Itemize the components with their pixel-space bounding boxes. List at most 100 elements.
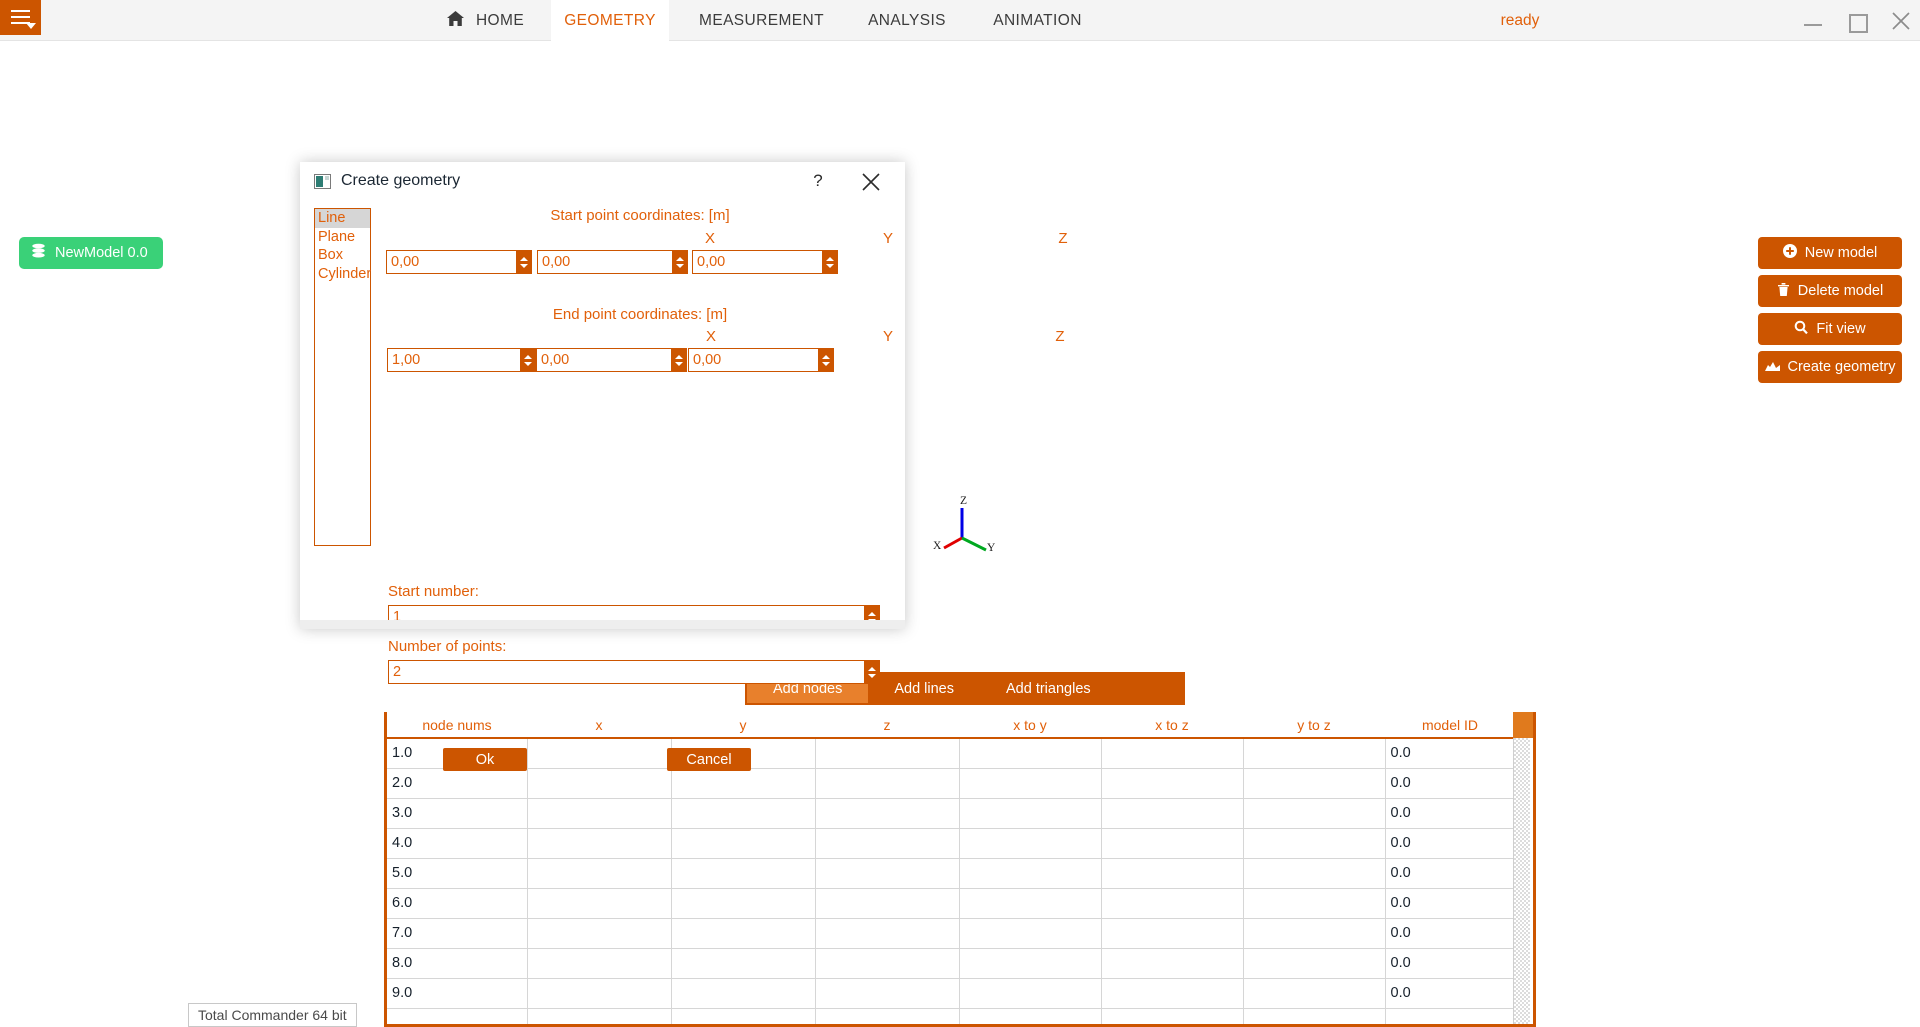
cell-z[interactable] [815,738,960,769]
cell-y-to-z[interactable] [1243,1008,1386,1024]
cell-x[interactable] [527,918,672,949]
menu-tab-analysis[interactable]: ANALYSIS [852,0,962,41]
ok-button[interactable]: Ok [443,748,527,771]
fit-view-button[interactable]: Fit view [1758,313,1902,345]
cell-y[interactable] [671,1008,816,1024]
start-point-x-spinner[interactable] [386,250,532,274]
cell-x[interactable] [527,978,672,1009]
model-chip-newmodel[interactable]: NewModel 0.0 [19,237,163,269]
cell-z[interactable] [815,948,960,979]
cell-node-nums[interactable]: 8.0 [387,948,528,979]
cell-x[interactable] [527,1008,672,1024]
table-row[interactable]: 9.0 0.0 [387,978,1515,1009]
menu-tab-measurement[interactable]: MEASUREMENT [689,0,834,41]
cell-y-to-z[interactable] [1243,888,1386,919]
column-header-y-to-z[interactable]: y to z [1243,712,1385,739]
cell-x-to-z[interactable] [1101,858,1244,889]
shape-item-cylinder[interactable]: Cylinder [315,265,371,284]
column-header-x-to-y[interactable]: x to y [959,712,1101,739]
shape-item-plane[interactable]: Plane [315,228,370,247]
cell-model-id[interactable] [1385,1008,1515,1024]
end-point-x-input[interactable] [388,349,520,371]
cell-x[interactable] [527,888,672,919]
cell-y[interactable] [671,948,816,979]
end-point-y-stepper[interactable] [671,349,686,371]
table-row[interactable]: 7.0 0.0 [387,918,1515,949]
cell-model-id[interactable]: 0.0 [1385,918,1515,949]
menu-tab-geometry[interactable]: GEOMETRY [551,0,669,41]
cell-y[interactable] [671,888,816,919]
cell-x-to-y[interactable] [959,888,1102,919]
cell-y[interactable] [671,978,816,1009]
new-model-button[interactable]: New model [1758,237,1902,269]
table-row[interactable]: 3.0 0.0 [387,798,1515,829]
cell-x-to-y[interactable] [959,828,1102,859]
cell-y-to-z[interactable] [1243,918,1386,949]
maximize-icon[interactable] [1846,10,1868,33]
cell-x-to-y[interactable] [959,978,1102,1009]
shape-item-box[interactable]: Box [315,246,370,265]
table-row[interactable]: 5.0 0.0 [387,858,1515,889]
shape-type-list[interactable]: Line Plane Box Cylinder [314,208,371,546]
cell-x-to-z[interactable] [1101,948,1244,979]
cell-y-to-z[interactable] [1243,768,1386,799]
cell-x-to-z[interactable] [1101,978,1244,1009]
cell-y-to-z[interactable] [1243,978,1386,1009]
cell-x[interactable] [527,738,672,769]
cell-x-to-y[interactable] [959,738,1102,769]
column-header-y[interactable]: y [671,712,815,739]
cell-model-id[interactable]: 0.0 [1385,828,1515,859]
end-point-y-input[interactable] [537,349,671,371]
cell-model-id[interactable]: 0.0 [1385,738,1515,769]
cell-x[interactable] [527,828,672,859]
start-point-y-stepper[interactable] [672,251,687,273]
delete-model-button[interactable]: Delete model [1758,275,1902,307]
cell-x-to-y[interactable] [959,858,1102,889]
cell-node-nums[interactable]: 5.0 [387,858,528,889]
cell-x-to-z[interactable] [1101,828,1244,859]
table-row[interactable]: 6.0 0.0 [387,888,1515,919]
cell-node-nums[interactable]: 3.0 [387,798,528,829]
table-row[interactable] [387,1008,1515,1024]
hamburger-menu-icon[interactable] [0,0,41,35]
cell-node-nums[interactable]: 6.0 [387,888,528,919]
number-of-points-spinner[interactable] [388,660,880,684]
cell-x-to-y[interactable] [959,768,1102,799]
end-point-z-input[interactable] [689,349,818,371]
end-point-x-spinner[interactable] [387,348,536,372]
column-header-x[interactable]: x [527,712,671,739]
start-point-z-spinner[interactable] [692,250,838,274]
cell-z[interactable] [815,978,960,1009]
cell-model-id[interactable]: 0.0 [1385,798,1515,829]
start-point-z-input[interactable] [693,251,822,273]
taskbar-item-total-commander[interactable]: Total Commander 64 bit [188,1003,357,1027]
menu-tab-home[interactable]: HOME [430,0,540,41]
cell-z[interactable] [815,858,960,889]
cell-x[interactable] [527,798,672,829]
end-point-z-stepper[interactable] [818,349,833,371]
menu-tab-animation[interactable]: ANIMATION [975,0,1100,41]
cell-x[interactable] [527,858,672,889]
cell-y-to-z[interactable] [1243,738,1386,769]
end-point-z-spinner[interactable] [688,348,834,372]
cell-x-to-z[interactable] [1101,798,1244,829]
tab-add-lines[interactable]: Add lines [868,674,980,703]
cell-node-nums[interactable]: 2.0 [387,768,528,799]
table-row[interactable]: 8.0 0.0 [387,948,1515,979]
cell-model-id[interactable]: 0.0 [1385,948,1515,979]
table-row[interactable]: 1.0 0.0 [387,738,1515,769]
dialog-titlebar[interactable]: Create geometry ? [300,162,905,200]
help-button[interactable]: ? [807,170,829,192]
column-header-node-nums[interactable]: node nums [387,712,527,739]
cell-y[interactable] [671,918,816,949]
cell-x-to-z[interactable] [1101,768,1244,799]
cell-y-to-z[interactable] [1243,948,1386,979]
cell-y[interactable] [671,768,816,799]
close-icon[interactable] [1890,10,1912,32]
table-vertical-scrollbar[interactable] [1513,738,1530,1024]
cell-z[interactable] [815,768,960,799]
start-point-y-spinner[interactable] [537,250,688,274]
cell-x-to-z[interactable] [1101,738,1244,769]
cell-node-nums[interactable]: 7.0 [387,918,528,949]
cell-model-id[interactable]: 0.0 [1385,858,1515,889]
